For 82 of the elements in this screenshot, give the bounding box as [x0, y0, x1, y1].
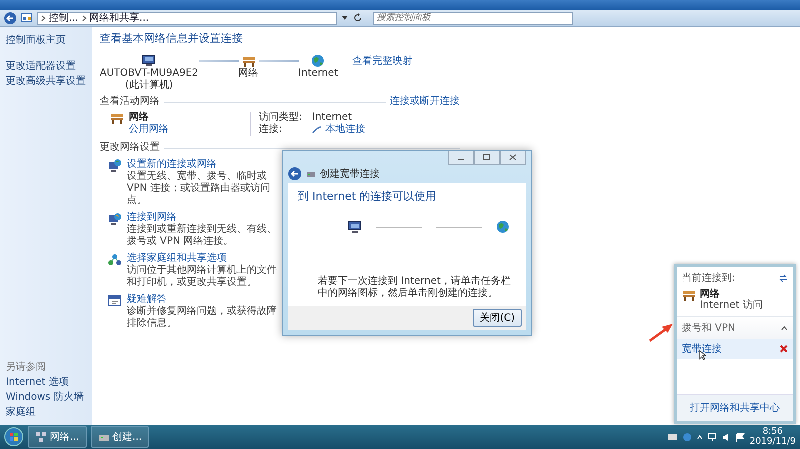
close-dialog-button[interactable]: 关闭(C)	[473, 309, 522, 327]
maximize-button[interactable]	[474, 151, 500, 165]
view-map-link[interactable]: 查看完整映射	[352, 54, 412, 68]
close-button[interactable]	[500, 151, 526, 165]
node-label: AUTOBVT-MU9A9E2	[100, 68, 199, 80]
network-name: 网络	[700, 289, 721, 300]
section-heading: 更改网络设置	[100, 142, 160, 154]
chevron-icon	[41, 14, 46, 22]
sidebar-link[interactable]: 更改高级共享设置	[6, 76, 88, 88]
modem-icon	[306, 170, 316, 178]
taskbar-button[interactable]: 网络...	[28, 426, 87, 448]
connection-icon	[312, 126, 322, 134]
clock-date: 2019/11/9	[750, 437, 796, 447]
dropdown-button[interactable]	[341, 14, 349, 22]
connection-item[interactable]: 宽带连接	[677, 339, 793, 359]
network-name: 网络	[129, 112, 150, 124]
computer-globe-icon	[108, 212, 122, 226]
dialog-heading: 到 Internet 的连接可以使用	[298, 189, 438, 204]
section-heading: 查看活动网络	[100, 96, 160, 108]
expand-caret-icon[interactable]	[696, 434, 703, 440]
network-nodes-icon	[108, 253, 122, 267]
flyout-heading: 当前连接到:	[682, 272, 736, 285]
sidebar-link[interactable]: 控制面板主页	[6, 35, 88, 47]
task-description: 设置无线、宽带、拨号、临时或 VPN 连接；或设置路由器或访问点。	[127, 171, 272, 207]
network-icon	[35, 431, 47, 443]
computer-icon	[142, 54, 156, 68]
task-description: 诊断并修复网络问题，或获得故障排除信息。	[127, 306, 278, 330]
breadcrumb-item[interactable]: 控制...	[49, 11, 79, 25]
chevron-icon	[82, 14, 87, 22]
connect-link[interactable]: 连接或断开连接	[390, 96, 460, 108]
field-label: 访问类型:	[259, 112, 302, 124]
bench-icon	[242, 54, 256, 68]
task-link[interactable]: 疑难解答	[127, 294, 280, 306]
refresh-arrows-icon[interactable]	[779, 274, 788, 282]
bench-icon	[682, 289, 696, 301]
disconnect-icon[interactable]	[780, 345, 788, 353]
clock-time: 8:56	[762, 427, 784, 437]
flag-icon[interactable]	[736, 432, 745, 442]
bench-icon	[110, 112, 124, 124]
back-button[interactable]	[288, 167, 302, 181]
sidebar-link[interactable]: Internet 选项	[6, 377, 88, 389]
sidebar-link[interactable]: 家庭组	[6, 407, 88, 419]
page-title: 查看基本网络信息并设置连接	[100, 32, 244, 46]
dialog-message: 若要下一次连接到 Internet，请单击任务栏中的网络图标，然后单击刚创建的连接。	[317, 276, 512, 300]
start-button[interactable]	[4, 427, 24, 447]
connection-link[interactable]: 本地连接	[325, 124, 366, 136]
window-tool-icon	[108, 294, 122, 308]
taskbar-button[interactable]: 创建...	[90, 426, 150, 448]
task-link[interactable]: 设置新的连接或网络	[127, 159, 280, 171]
section-heading: 拨号和 VPN	[682, 322, 736, 335]
task-description: 连接到或重新连接到无线、有线、拨号或 VPN 网络连接。	[127, 224, 278, 248]
globe-icon	[496, 220, 510, 234]
control-panel-icon	[21, 12, 33, 24]
close-icon	[509, 154, 517, 161]
network-tray-icon[interactable]	[708, 432, 717, 442]
field-value: Internet	[312, 112, 352, 124]
speaker-icon[interactable]	[722, 432, 731, 442]
network-status: Internet 访问	[700, 300, 763, 311]
task-link[interactable]: 选择家庭组和共享选项	[127, 253, 280, 265]
dialog-title: 创建宽带连接	[320, 168, 380, 181]
computer-globe-icon	[108, 159, 122, 173]
node-label: 网络	[238, 68, 259, 80]
network-type-link[interactable]: 公用网络	[129, 124, 169, 136]
node-label: Internet	[298, 68, 338, 80]
keyboard-icon[interactable]	[668, 434, 678, 440]
clock[interactable]: 8:56 2019/11/9	[750, 427, 796, 447]
breadcrumb-item[interactable]: 网络和共享...	[90, 11, 150, 25]
globe-icon	[311, 54, 326, 68]
sidebar-link[interactable]: Windows 防火墙	[6, 392, 88, 404]
task-description: 访问位于其他网络计算机上的文件和打印机，或更改共享设置。	[127, 265, 278, 289]
back-button[interactable]	[4, 12, 17, 24]
task-link[interactable]: 连接到网络	[127, 212, 280, 224]
node-sublabel: (此计算机)	[125, 80, 174, 92]
sidebar-link[interactable]: 更改适配器设置	[6, 61, 88, 73]
refresh-button[interactable]	[353, 13, 363, 23]
computer-icon	[348, 220, 362, 234]
search-field[interactable]: 搜索控制面板	[373, 12, 573, 24]
collapse-caret-icon[interactable]	[781, 326, 788, 330]
see-also-heading: 另请参阅	[6, 362, 47, 374]
field-label: 连接:	[259, 124, 284, 136]
maximize-icon	[483, 154, 491, 161]
annotation-arrow	[648, 322, 674, 342]
